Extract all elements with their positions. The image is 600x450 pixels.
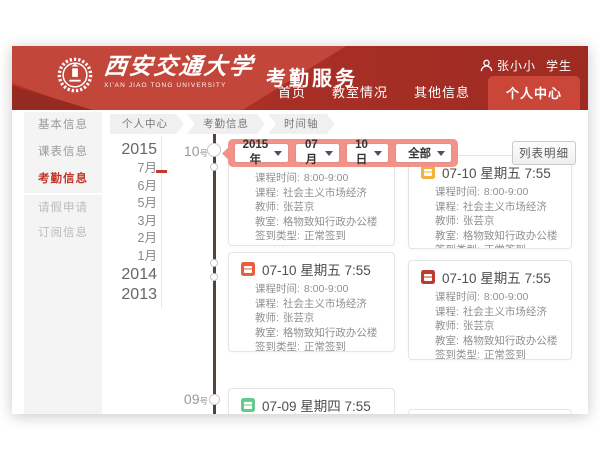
university-name-cn: 西安交通大学 [103, 54, 256, 80]
timeline-node-day10-major [207, 143, 221, 157]
breadcrumb-timeline[interactable]: 时间轴 [268, 114, 335, 134]
attendance-status-icon [421, 165, 435, 179]
attendance-card: 07-09 星期四 7:55 [228, 388, 395, 414]
scale-month-7[interactable]: 7月 [107, 160, 157, 178]
year-dropdown[interactable]: 2015年 [234, 143, 289, 163]
sidebar-item-basic-info[interactable]: 基本信息 [24, 112, 102, 139]
card-pointer [408, 271, 414, 282]
timeline-node-small-3 [210, 273, 218, 281]
attendance-card: 07-10 星期五 7:55 课程时间:8:00-9:00 课程:社会主义市场经… [408, 155, 572, 249]
user-icon [480, 59, 493, 72]
sidebar-item-schedule[interactable]: 课表信息 [24, 139, 102, 166]
timeline-node-day09-major [209, 394, 220, 405]
nav-item-classrooms[interactable]: 教室情况 [324, 82, 396, 110]
attendance-card: 07-10 星期五 7:55 课程时间:8:00-9:00 课程:社会主义市场经… [228, 252, 395, 352]
scale-month-5[interactable]: 5月 [107, 195, 157, 213]
card-date: 07-10 星期五 7:55 [442, 267, 551, 287]
filter-bar: 2015年 07月 10日 全部 [228, 139, 458, 167]
scale-year-2014[interactable]: 2014 [107, 265, 157, 285]
attendance-card-partial [408, 409, 572, 414]
nav-item-personal-center[interactable]: 个人中心 [488, 76, 580, 110]
university-name-en: XI'AN JIAO TONG UNIVERSITY [104, 82, 254, 89]
list-detail-button[interactable]: 列表明细 [512, 141, 576, 165]
university-seal-icon [56, 56, 94, 94]
day-dropdown[interactable]: 10日 [346, 143, 389, 163]
type-dropdown[interactable]: 全部 [395, 143, 452, 163]
sidebar: 基本信息 课表信息 考勤信息 请假申请 订阅信息 [24, 112, 102, 414]
app-header: 西安交通大学 XI'AN JIAO TONG UNIVERSITY 考勤服务 张… [12, 46, 588, 110]
sidebar-item-attendance[interactable]: 考勤信息 [24, 166, 102, 193]
nav-item-home[interactable]: 首页 [270, 82, 314, 110]
breadcrumb: 个人中心 考勤信息 时间轴 [110, 114, 338, 134]
day-marker-09: 09号 [164, 391, 208, 407]
card-date: 07-10 星期五 7:55 [442, 162, 551, 182]
caret-down-icon [274, 151, 282, 156]
sidebar-item-subscription[interactable]: 订阅信息 [24, 220, 102, 247]
user-role: 学生 [546, 57, 572, 74]
timeline-scale: 2015 7月 6月 5月 3月 2月 1月 2014 2013 [107, 140, 157, 305]
attendance-status-icon [421, 270, 435, 284]
breadcrumb-personal-center[interactable]: 个人中心 [110, 114, 184, 134]
card-pointer [408, 166, 414, 177]
nav-item-other-info[interactable]: 其他信息 [406, 82, 478, 110]
scale-month-2[interactable]: 2月 [107, 230, 157, 248]
scale-month-6[interactable]: 6月 [107, 178, 157, 196]
attendance-status-icon [241, 262, 255, 276]
day-marker-10: 10号 [164, 143, 208, 159]
scale-month-3[interactable]: 3月 [107, 213, 157, 231]
app-window: 西安交通大学 XI'AN JIAO TONG UNIVERSITY 考勤服务 张… [12, 46, 588, 414]
active-month-marker [156, 170, 167, 173]
filter-bar-pointer [222, 147, 235, 160]
breadcrumb-attendance[interactable]: 考勤信息 [187, 114, 265, 134]
timeline-node-small-2 [210, 259, 218, 267]
scale-month-1[interactable]: 1月 [107, 248, 157, 266]
attendance-status-icon [241, 398, 255, 412]
timeline-node-small-1 [210, 163, 218, 171]
card-date: 07-09 星期四 7:55 [262, 395, 371, 414]
month-dropdown[interactable]: 07月 [295, 143, 340, 163]
scale-year-2013[interactable]: 2013 [107, 285, 157, 305]
card-pointer [228, 263, 234, 274]
card-pointer [228, 399, 234, 410]
sidebar-item-leave-request[interactable]: 请假申请 [24, 193, 102, 220]
scale-year-2015[interactable]: 2015 [107, 140, 157, 160]
caret-down-icon [437, 151, 445, 156]
main-nav: 首页 教室情况 其他信息 个人中心 [270, 76, 580, 110]
user-account[interactable]: 张小小 学生 [480, 57, 572, 74]
scale-divider-line [161, 136, 162, 308]
caret-down-icon [374, 151, 382, 156]
user-name: 张小小 [497, 57, 536, 74]
card-date: 07-10 星期五 7:55 [262, 259, 371, 279]
caret-down-icon [325, 151, 333, 156]
attendance-card: 07-10 星期五 7:55 课程时间:8:00-9:00 课程:社会主义市场经… [408, 260, 572, 360]
